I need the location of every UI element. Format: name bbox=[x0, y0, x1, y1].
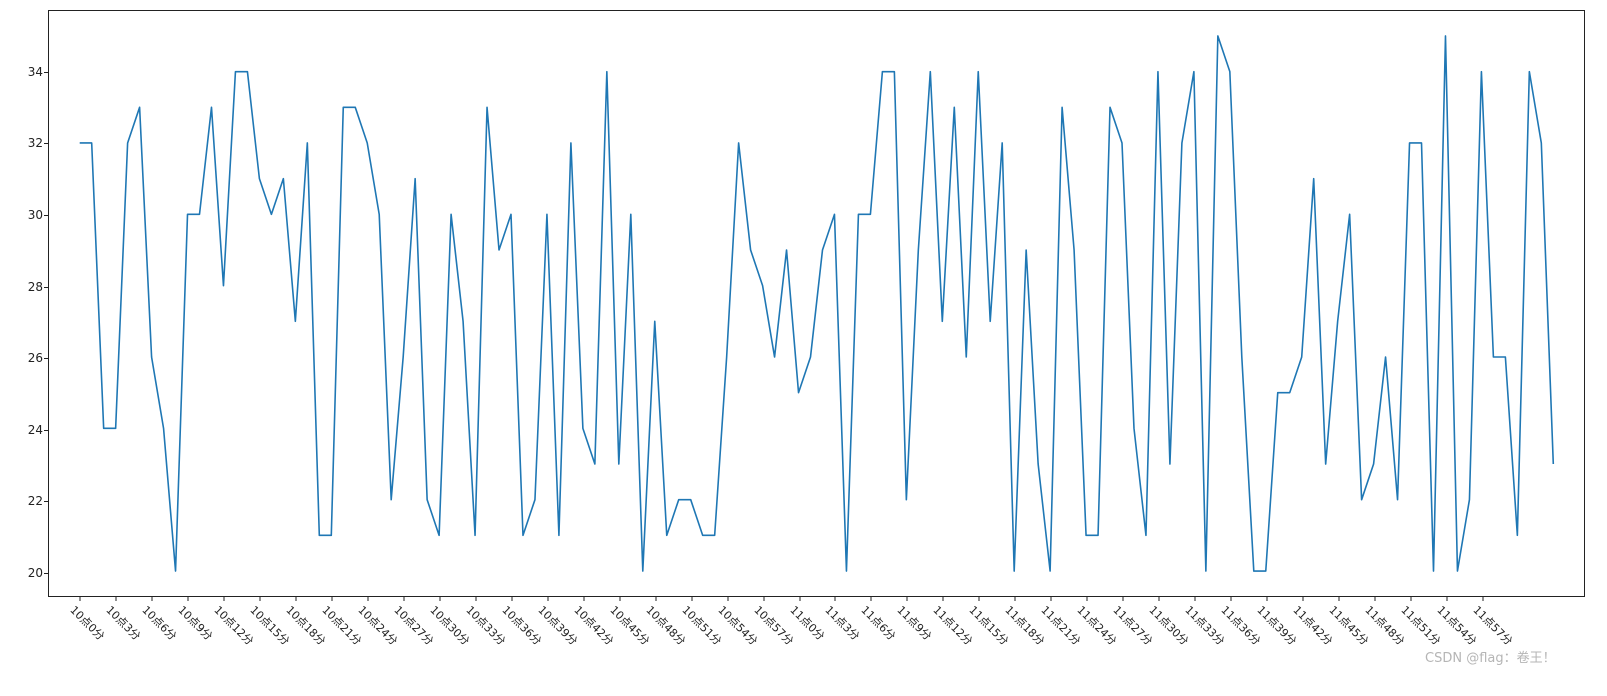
x-tick-mark bbox=[1159, 596, 1160, 601]
y-tick-label: 32 bbox=[28, 136, 49, 150]
x-tick-mark bbox=[1195, 596, 1196, 601]
chart-container: 202224262830323410点0分10点3分10点6分10点9分10点1… bbox=[0, 0, 1607, 696]
x-tick-mark bbox=[151, 596, 152, 601]
x-tick-mark bbox=[1123, 596, 1124, 601]
y-tick-label: 22 bbox=[28, 494, 49, 508]
x-tick-mark bbox=[763, 596, 764, 601]
x-tick-mark bbox=[547, 596, 548, 601]
data-series-line bbox=[80, 36, 1554, 571]
x-tick-mark bbox=[799, 596, 800, 601]
x-tick-mark bbox=[907, 596, 908, 601]
x-tick-label: 11点9分 bbox=[894, 602, 936, 644]
y-tick-label: 20 bbox=[28, 566, 49, 580]
y-tick-label: 28 bbox=[28, 280, 49, 294]
x-tick-mark bbox=[1411, 596, 1412, 601]
x-tick-mark bbox=[367, 596, 368, 601]
x-tick-mark bbox=[1339, 596, 1340, 601]
x-tick-mark bbox=[79, 596, 80, 601]
x-tick-mark bbox=[943, 596, 944, 601]
y-tick-label: 24 bbox=[28, 423, 49, 437]
plot-area: 202224262830323410点0分10点3分10点6分10点9分10点1… bbox=[48, 10, 1585, 597]
x-tick-label: 10点0分 bbox=[66, 602, 108, 644]
y-tick-label: 26 bbox=[28, 351, 49, 365]
x-tick-mark bbox=[1015, 596, 1016, 601]
x-tick-label: 11点57分 bbox=[1470, 602, 1517, 649]
watermark-text: CSDN @flag：卷王！ bbox=[1425, 647, 1556, 666]
x-tick-mark bbox=[403, 596, 404, 601]
x-tick-mark bbox=[115, 596, 116, 601]
x-tick-mark bbox=[1051, 596, 1052, 601]
x-tick-mark bbox=[259, 596, 260, 601]
x-tick-mark bbox=[583, 596, 584, 601]
x-tick-mark bbox=[727, 596, 728, 601]
x-tick-mark bbox=[691, 596, 692, 601]
x-tick-mark bbox=[331, 596, 332, 601]
x-tick-mark bbox=[835, 596, 836, 601]
x-tick-mark bbox=[187, 596, 188, 601]
x-tick-label: 10点6分 bbox=[138, 602, 180, 644]
y-tick-label: 34 bbox=[28, 65, 49, 79]
x-tick-mark bbox=[619, 596, 620, 601]
x-tick-mark bbox=[655, 596, 656, 601]
x-tick-mark bbox=[1231, 596, 1232, 601]
line-chart-svg bbox=[49, 11, 1584, 596]
x-tick-mark bbox=[295, 596, 296, 601]
x-tick-mark bbox=[511, 596, 512, 601]
y-tick-label: 30 bbox=[28, 208, 49, 222]
x-tick-label: 10点3分 bbox=[102, 602, 144, 644]
x-tick-label: 10点9分 bbox=[174, 602, 216, 644]
x-tick-mark bbox=[1447, 596, 1448, 601]
x-tick-label: 11点6分 bbox=[858, 602, 900, 644]
x-tick-mark bbox=[1267, 596, 1268, 601]
x-tick-mark bbox=[1375, 596, 1376, 601]
x-tick-mark bbox=[871, 596, 872, 601]
x-tick-mark bbox=[979, 596, 980, 601]
x-tick-mark bbox=[439, 596, 440, 601]
x-tick-mark bbox=[1087, 596, 1088, 601]
x-tick-mark bbox=[475, 596, 476, 601]
x-tick-mark bbox=[1483, 596, 1484, 601]
x-tick-label: 11点3分 bbox=[822, 602, 864, 644]
x-tick-mark bbox=[1303, 596, 1304, 601]
x-tick-mark bbox=[223, 596, 224, 601]
